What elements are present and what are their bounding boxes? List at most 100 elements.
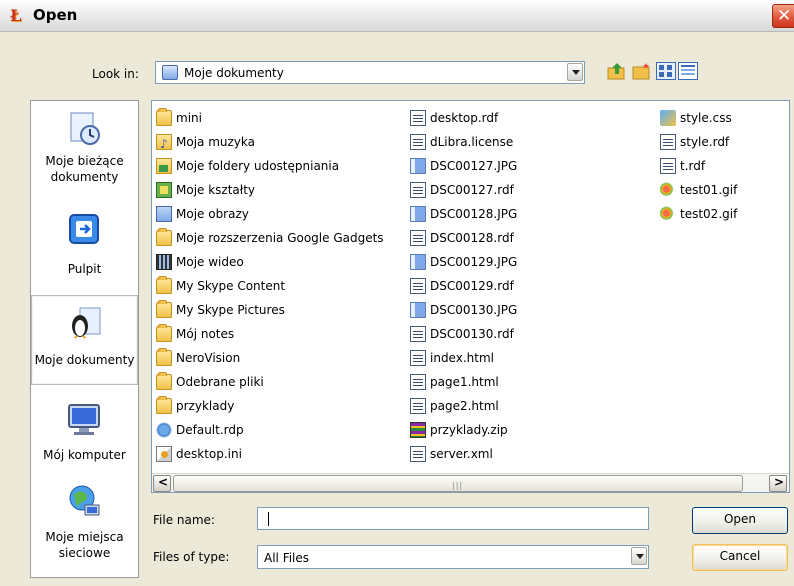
file-name-label: test02.gif <box>680 207 738 221</box>
scroll-right-button[interactable]: > <box>769 475 787 492</box>
file-name-label: Moje foldery udostępniania <box>176 159 340 173</box>
list-item[interactable]: DSC00130.rdf <box>408 322 653 346</box>
list-item[interactable]: index.html <box>408 346 653 370</box>
app-logo-icon: Ł <box>10 6 22 25</box>
gif-file-icon <box>660 206 676 222</box>
list-item[interactable]: DSC00127.JPG <box>408 154 653 178</box>
file-type-dropdown[interactable]: All Files <box>257 545 649 569</box>
scroll-thumb[interactable]: ||| <box>173 475 743 492</box>
file-column-1: mini Moja muzyka Moje foldery udostępniani… <box>154 106 409 466</box>
view-list-icon[interactable] <box>656 62 676 80</box>
cancel-button[interactable]: Cancel <box>692 544 788 571</box>
look-in-label: Look in: <box>92 67 139 81</box>
rdf-file-icon <box>410 134 426 150</box>
place-my-documents[interactable]: Moje dokumenty <box>31 295 138 385</box>
list-item[interactable]: t.rdf <box>658 154 788 178</box>
list-item[interactable]: style.rdf <box>658 130 788 154</box>
list-item[interactable]: DSC00129.rdf <box>408 274 653 298</box>
file-type-value: All Files <box>264 551 310 565</box>
list-item[interactable]: My Skype Pictures <box>154 298 409 322</box>
file-name-label: page2.html <box>430 399 499 413</box>
list-item[interactable]: page2.html <box>408 394 653 418</box>
list-item[interactable]: test02.gif <box>658 202 788 226</box>
new-folder-icon[interactable] <box>632 62 652 80</box>
list-item[interactable]: Moje foldery udostępniania <box>154 154 409 178</box>
scroll-left-button[interactable]: < <box>153 475 171 492</box>
file-name-label: DSC00128.rdf <box>430 231 514 245</box>
list-item[interactable]: NeroVision <box>154 346 409 370</box>
file-name-label: desktop.ini <box>176 447 242 461</box>
list-item[interactable]: Odebrane pliki <box>154 370 409 394</box>
list-item[interactable]: Moja muzyka <box>154 130 409 156</box>
file-name-label: DSC00127.rdf <box>430 183 514 197</box>
network-places-icon <box>69 485 100 516</box>
close-button[interactable]: ✕ <box>772 4 794 28</box>
text-cursor <box>268 512 269 526</box>
list-item[interactable]: DSC00127.rdf <box>408 178 653 202</box>
chevron-down-icon[interactable] <box>631 547 647 565</box>
title-bar[interactable]: Ł Open ✕ <box>0 0 794 32</box>
css-file-icon <box>660 110 676 126</box>
file-name-label: Moje wideo <box>176 255 244 269</box>
list-item[interactable]: przyklady.zip <box>408 418 653 442</box>
list-item[interactable]: Mój notes <box>154 322 409 346</box>
rdf-file-icon <box>410 350 426 366</box>
list-item[interactable]: My Skype Content <box>154 274 409 298</box>
file-column-3: style.css style.rdf t.rdf test01.gif test02.… <box>658 106 788 226</box>
my-documents-small-icon <box>162 65 178 80</box>
list-item[interactable]: DSC00129.JPG <box>408 250 653 274</box>
place-label-recent: Moje bieżące dokumenty <box>45 154 124 184</box>
place-label-network: Moje miejsca sieciowe <box>45 530 124 560</box>
list-item[interactable]: server.xml <box>408 442 653 466</box>
list-item[interactable]: DSC00128.JPG <box>408 202 653 226</box>
rdf-file-icon <box>410 182 426 198</box>
img-file-icon <box>410 254 426 270</box>
rdf-file-icon <box>410 326 426 342</box>
file-list[interactable]: mini Moja muzyka Moje foldery udostępniani… <box>151 100 790 493</box>
folder-file-icon <box>156 108 172 126</box>
list-item[interactable]: desktop.rdf <box>408 106 653 130</box>
file-name-label: Mój notes <box>176 327 235 341</box>
rdp-file-icon <box>156 422 172 438</box>
list-item[interactable]: test01.gif <box>658 178 788 202</box>
folder-file-icon <box>156 228 172 246</box>
folder-file-icon <box>156 324 172 342</box>
file-name-label: DSC00130.rdf <box>430 327 514 341</box>
view-details-icon[interactable] <box>678 62 698 80</box>
rdf-file-icon <box>410 374 426 390</box>
look-in-dropdown[interactable]: Moje dokumenty <box>155 61 585 84</box>
list-item[interactable]: DSC00128.rdf <box>408 226 653 250</box>
list-item[interactable]: style.css <box>658 106 788 130</box>
list-item[interactable]: dLibra.license <box>408 130 653 154</box>
file-name-label: DSC00130.JPG <box>430 303 518 317</box>
file-column-2: desktop.rdf dLibra.license DSC00127.JPG DSC… <box>408 106 653 466</box>
horizontal-scrollbar[interactable]: < ||| > <box>152 473 789 492</box>
list-item[interactable]: mini <box>154 106 409 130</box>
place-label-my-computer: Mój komputer <box>43 448 126 462</box>
file-name-label: Default.rdp <box>176 423 244 437</box>
list-item[interactable]: Moje kształty <box>154 178 409 202</box>
up-folder-icon[interactable] <box>607 62 627 80</box>
chevron-down-icon[interactable] <box>567 63 583 81</box>
look-in-value: Moje dokumenty <box>184 66 284 80</box>
file-name-label: Moje kształty <box>176 183 256 197</box>
list-item[interactable]: Moje obrazy <box>154 202 409 226</box>
file-name-label: desktop.rdf <box>430 111 499 125</box>
open-button[interactable]: Open <box>692 507 788 534</box>
folder-file-icon <box>156 396 172 414</box>
file-name-label: przyklady.zip <box>430 423 508 437</box>
list-item[interactable]: DSC00130.JPG <box>408 298 653 322</box>
list-item[interactable]: przyklady <box>154 394 409 418</box>
list-item[interactable]: Default.rdp <box>154 418 409 442</box>
list-item[interactable]: Moje rozszerzenia Google Gadgets <box>154 226 409 250</box>
list-item[interactable]: desktop.ini <box>154 442 409 466</box>
file-name-label: DSC00129.JPG <box>430 255 518 269</box>
file-type-label: Files of type: <box>153 550 230 564</box>
file-name-input[interactable] <box>257 507 649 530</box>
window-title: Open <box>33 6 78 24</box>
file-name-label: server.xml <box>430 447 493 461</box>
folder-file-icon <box>156 300 172 318</box>
list-item[interactable]: page1.html <box>408 370 653 394</box>
file-name-label: DSC00128.JPG <box>430 207 518 221</box>
list-item[interactable]: Moje wideo <box>154 250 409 274</box>
